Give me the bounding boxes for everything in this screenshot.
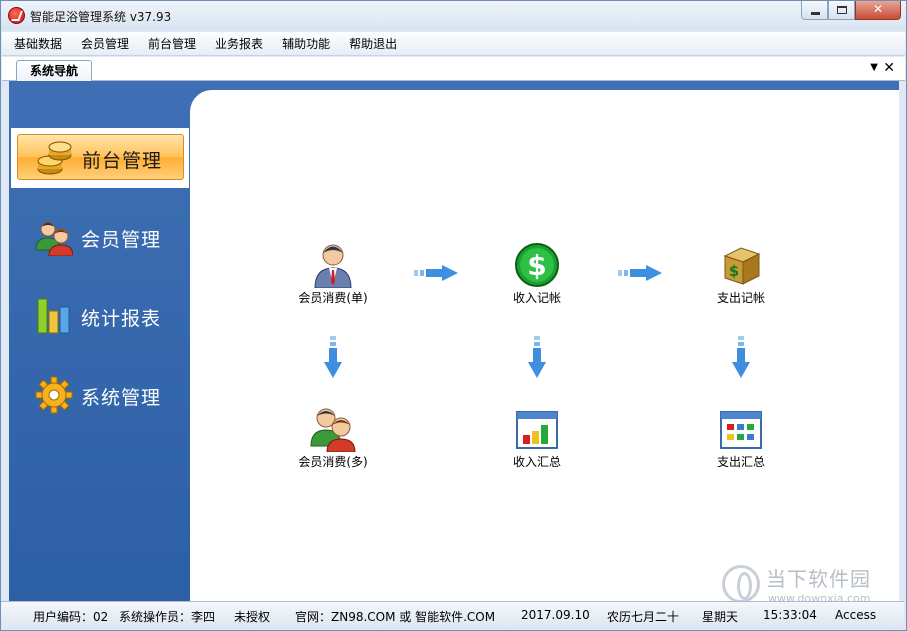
window-title: 智能足浴管理系统 v37.93 — [30, 10, 172, 24]
members-icon — [35, 221, 73, 256]
menu-auxiliary[interactable]: 辅助功能 — [282, 35, 330, 52]
sidebar-header-band — [9, 81, 190, 129]
canvas-corner — [190, 81, 230, 130]
members-icon — [310, 408, 356, 452]
close-button[interactable]: ✕ — [855, 1, 901, 20]
flow-node-member-multi[interactable]: 会员消费(多) — [278, 406, 388, 470]
status-operator: 系统操作员：李四 — [119, 610, 216, 624]
menu-help-exit[interactable]: 帮助退出 — [349, 35, 397, 52]
menu-bar: 基础数据 会员管理 前台管理 业务报表 辅助功能 帮助退出 — [2, 32, 905, 56]
close-icon: ✕ — [872, 2, 884, 16]
flow-node-income-summary[interactable]: 收入汇总 — [482, 406, 592, 470]
flow-arrow-right — [414, 265, 458, 281]
minimize-icon — [811, 12, 820, 15]
status-weekday: 星期天 — [702, 610, 739, 624]
flow-node-label: 收入记帐 — [512, 291, 561, 305]
status-date: 2017.09.10 — [521, 608, 590, 622]
svg-text:$: $ — [527, 249, 546, 282]
maximize-icon — [837, 6, 847, 14]
status-license: 未授权 — [234, 610, 271, 624]
flow-arrow-down — [528, 336, 546, 378]
money-box-icon: $ — [723, 247, 761, 285]
flow-arrow-down — [324, 336, 342, 378]
dollar-coin-icon: $ — [515, 243, 559, 287]
status-user-code: 用户编码：02 — [33, 610, 109, 624]
sidebar-item-label: 系统管理 — [81, 387, 162, 409]
flow-node-income-record[interactable]: $ 收入记帐 — [482, 242, 592, 306]
sidebar-item-system[interactable]: 系统管理 — [11, 366, 189, 424]
watermark-logo-icon — [722, 565, 760, 603]
tab-strip: 系统导航 ▼ ✕ — [2, 57, 905, 81]
title-bar: 智能足浴管理系统 v37.93 ✕ — [1, 1, 906, 31]
coins-icon — [37, 141, 72, 175]
menu-member-management[interactable]: 会员管理 — [81, 35, 129, 52]
flow-arrow-down — [732, 336, 750, 378]
flow-node-expense-summary[interactable]: 支出汇总 — [686, 406, 796, 470]
flow-node-label: 支出记帐 — [716, 291, 765, 305]
app-logo-icon — [8, 7, 25, 24]
svg-text:$: $ — [729, 262, 739, 280]
sidebar-item-front-desk[interactable]: 前台管理 — [11, 128, 189, 188]
watermark-text: 当下软件园 — [766, 567, 871, 591]
chart-window-icon — [516, 411, 558, 449]
canvas-top-band — [190, 81, 899, 90]
flow-node-label: 会员消费(多) — [298, 455, 368, 469]
status-bar: 用户编码：02 系统操作员：李四 未授权 官网：ZN98.COM 或 智能软件.… — [1, 601, 904, 629]
menu-business-reports[interactable]: 业务报表 — [215, 35, 263, 52]
status-lunar-date: 农历七月二十 — [607, 610, 680, 624]
flow-node-label: 会员消费(单) — [298, 291, 368, 305]
sidebar-item-label: 前台管理 — [82, 150, 163, 172]
gear-icon — [35, 376, 73, 414]
flow-node-label: 支出汇总 — [716, 455, 765, 469]
grid-window-icon — [720, 411, 762, 449]
sidebar-item-label: 会员管理 — [81, 229, 162, 251]
maximize-button[interactable] — [828, 1, 855, 20]
bar-chart-icon — [37, 298, 70, 334]
menu-basic-data[interactable]: 基础数据 — [14, 35, 62, 52]
minimize-button[interactable] — [801, 1, 828, 20]
sidebar-item-label: 统计报表 — [81, 308, 162, 330]
flow-node-expense-record[interactable]: $ 支出记帐 — [686, 242, 796, 306]
member-user-icon — [314, 244, 352, 288]
sidebar-item-members[interactable]: 会员管理 — [11, 208, 189, 266]
status-time: 15:33:04 — [763, 608, 817, 622]
flow-arrow-right — [618, 265, 662, 281]
status-database: Access — [835, 608, 877, 622]
flow-node-label: 收入汇总 — [512, 455, 561, 469]
tab-list-dropdown-icon[interactable]: ▼ — [870, 62, 878, 73]
tab-system-navigation[interactable]: 系统导航 — [16, 60, 92, 81]
flow-node-member-single[interactable]: 会员消费(单) — [278, 242, 388, 306]
tab-close-icon[interactable]: ✕ — [883, 60, 895, 76]
window-controls: ✕ — [801, 1, 901, 21]
status-website: 官网：ZN98.COM 或 智能软件.COM — [295, 610, 496, 624]
sidebar-item-reports[interactable]: 统计报表 — [11, 287, 189, 345]
menu-front-desk[interactable]: 前台管理 — [148, 35, 196, 52]
